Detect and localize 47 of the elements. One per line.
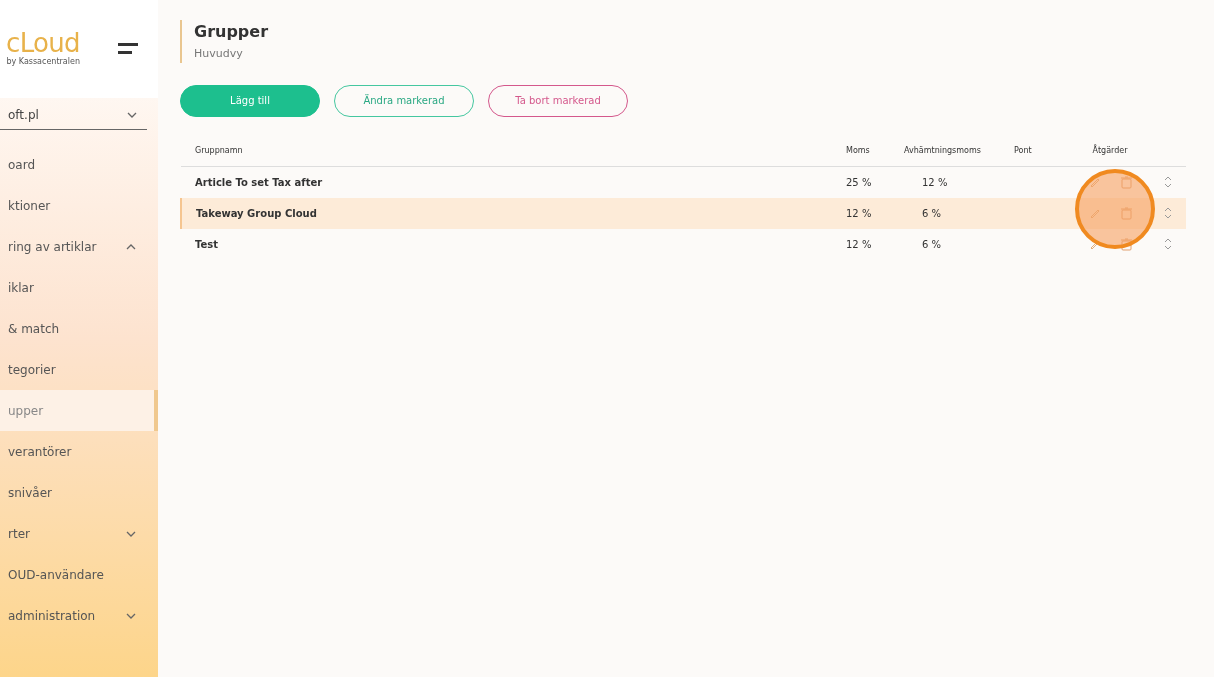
account-dropdown[interactable]: oft.pl xyxy=(0,100,147,130)
sort-icon[interactable] xyxy=(1164,175,1172,190)
chevron-icon xyxy=(126,530,136,537)
sidebar-item[interactable]: & match xyxy=(0,308,158,349)
logo-byline: by Kassacentralen xyxy=(6,56,80,68)
table-cell: Article To set Tax after xyxy=(181,166,846,198)
chevron-icon xyxy=(126,243,136,250)
chevron-icon xyxy=(126,612,136,619)
page-title: Grupper xyxy=(194,21,270,43)
table-cell: 12 % xyxy=(846,228,904,260)
chevron-icon xyxy=(127,111,137,118)
column-header: Moms xyxy=(846,136,904,167)
column-header: Åtgärder xyxy=(1070,136,1150,167)
delete-icon[interactable] xyxy=(1120,206,1132,220)
table-row[interactable]: Test 12 % 6 % xyxy=(181,228,1186,260)
sidebar-item[interactable]: tegorier xyxy=(0,349,158,390)
table-cell: 12 % xyxy=(846,197,904,229)
table-cell: 25 % xyxy=(846,166,904,198)
column-header: Avhämtningsmoms xyxy=(904,136,1014,167)
column-header: Gruppnamn xyxy=(181,136,846,167)
delete-icon[interactable] xyxy=(1120,175,1132,189)
sidebar-item[interactable]: upper xyxy=(0,390,158,431)
sidebar-item[interactable]: oard xyxy=(0,144,158,185)
sidebar-item[interactable]: iklar xyxy=(0,267,158,308)
sidebar-item[interactable]: snivåer xyxy=(0,472,158,513)
table-cell: Test xyxy=(181,228,846,260)
table-cell: 6 % xyxy=(904,228,1014,260)
logo: cLoud xyxy=(6,30,80,56)
account-label: oft.pl xyxy=(8,106,39,124)
edit-icon[interactable] xyxy=(1088,176,1101,189)
table-cell: 6 % xyxy=(904,197,1014,229)
sidebar-item[interactable]: OUD-användare xyxy=(0,554,158,595)
table-cell: Takeway Group Cloud xyxy=(181,197,846,229)
sidebar-item[interactable]: ktioner xyxy=(0,185,158,226)
table-cell: 12 % xyxy=(904,166,1014,198)
sidebar-item[interactable]: ring av artiklar xyxy=(0,226,158,267)
sidebar-item[interactable]: verantörer xyxy=(0,431,158,472)
sort-icon[interactable] xyxy=(1164,206,1172,220)
column-header: Pont xyxy=(1014,136,1070,167)
table-row[interactable]: Article To set Tax after 25 % 12 % xyxy=(181,166,1186,198)
page-subtitle: Huvudvy xyxy=(194,46,244,62)
sidebar-item[interactable]: administration xyxy=(0,595,158,636)
sort-icon[interactable] xyxy=(1164,237,1172,251)
delete-icon[interactable] xyxy=(1120,237,1132,251)
edit-icon[interactable] xyxy=(1088,207,1101,219)
sidebar-item[interactable]: rter xyxy=(0,513,158,554)
menu-icon[interactable] xyxy=(118,43,138,55)
